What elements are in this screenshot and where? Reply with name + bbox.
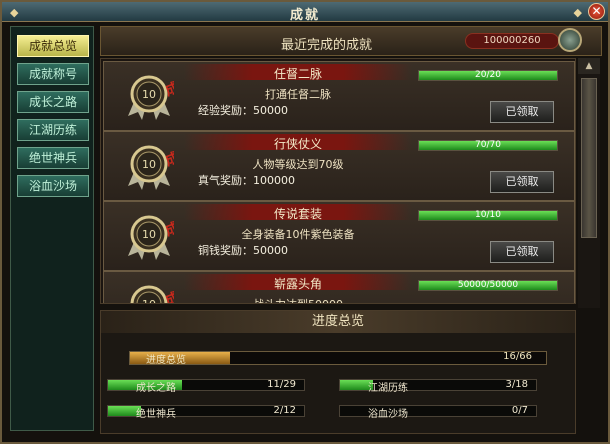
total-progress-bar: 进度总览 16/66: [129, 351, 547, 366]
claimed-button[interactable]: 已领取: [490, 241, 554, 263]
achievement-medal-icon: 10 成: [130, 285, 174, 304]
category-progress-bar: 浴血沙场 0/7: [339, 405, 537, 420]
achievement-title: 任督二脉: [273, 67, 322, 81]
category-progress-bar: 成长之路 11/29: [107, 379, 305, 394]
ornament-right-icon: ◆: [573, 6, 582, 19]
medal-level: 10: [142, 228, 156, 241]
achievement-score: 100000260: [465, 33, 559, 49]
achievement-title: 行侠仗义: [273, 137, 322, 151]
window-title: 成就: [289, 8, 320, 23]
category-label: 绝世神兵: [136, 409, 176, 420]
achievement-desc: 战斗力达到50000: [184, 296, 412, 303]
category-sidebar: 成就总览 成就称号 成长之路 江湖历练 绝世神兵 浴血沙场: [10, 26, 94, 431]
progress-summary: 进度总览 进度总览 16/66 成长之路 11/29 江湖历练 3/18 绝世神…: [100, 310, 576, 434]
achievement-reward: 铜钱奖励：50000: [198, 244, 288, 257]
medal-level: 10: [142, 298, 156, 304]
category-label: 江湖历练: [368, 383, 408, 394]
achievement-progress-bar: 20/20: [418, 70, 558, 81]
tab-battlefield[interactable]: 浴血沙场: [17, 175, 89, 197]
achievement-progress-text: 70/70: [475, 140, 501, 150]
category-value: 0/7: [511, 405, 528, 416]
title-bar[interactable]: ◆ 成就 ◆ ✕: [2, 2, 608, 23]
achievement-reward: 经验奖励：50000: [198, 104, 288, 117]
achievement-desc: 打通任督二脉: [265, 88, 331, 101]
achievement-card: 10 成 传说套装 全身装备10件紫色装备 铜钱奖励：50000 10/10 已…: [103, 201, 575, 271]
achievement-list[interactable]: 10 成 任督二脉 打通任督二脉 经验奖励：50000 20/20 已领取 10…: [100, 58, 576, 304]
category-value: 11/29: [267, 379, 296, 390]
category-progress-bar: 江湖历练 3/18: [339, 379, 537, 394]
tab-jianghu[interactable]: 江湖历练: [17, 119, 89, 141]
medal-icon: [558, 28, 582, 52]
achievement-window: ◆ 成就 ◆ ✕ 成就总览 成就称号 成长之路 江湖历练 绝世神兵 浴血沙场 最…: [0, 0, 610, 444]
category-label: 浴血沙场: [368, 409, 408, 420]
achievement-progress-bar: 10/10: [418, 210, 558, 221]
achievement-progress-bar: 70/70: [418, 140, 558, 151]
achievement-progress-text: 50000/50000: [457, 280, 519, 290]
medal-level: 10: [142, 158, 156, 171]
claimed-button[interactable]: 已领取: [490, 101, 554, 123]
category-label: 成长之路: [136, 383, 176, 394]
achievement-progress-text: 20/20: [475, 70, 501, 80]
scroll-thumb[interactable]: [581, 78, 597, 238]
tab-growth[interactable]: 成长之路: [17, 91, 89, 113]
achievement-title: 传说套装: [273, 207, 322, 221]
achievement-progress-bar: 50000/50000: [418, 280, 558, 291]
tab-weapons[interactable]: 绝世神兵: [17, 147, 89, 169]
total-progress-value: 16/66: [503, 351, 532, 362]
achievement-title: 崭露头角: [273, 277, 322, 291]
tab-overview[interactable]: 成就总览: [17, 35, 89, 57]
tab-titles[interactable]: 成就称号: [17, 63, 89, 85]
achievement-desc: 人物等级达到70级: [252, 158, 344, 171]
total-progress-label: 进度总览: [146, 355, 186, 366]
achievement-card: 10 成 崭露头角 战斗力达到50000 50000/50000: [103, 271, 575, 304]
achievement-medal-icon: 10 成: [128, 145, 174, 190]
recent-title: 最近完成的成就: [281, 38, 373, 53]
achievement-card: 10 成 任督二脉 打通任督二脉 经验奖励：50000 20/20 已领取: [103, 61, 575, 131]
achievement-card: 10 成 行侠仗义 人物等级达到70级 真气奖励：100000 70/70 已领…: [103, 131, 575, 201]
close-button[interactable]: ✕: [588, 3, 605, 20]
category-value: 2/12: [273, 405, 296, 416]
achievement-medal-icon: 10 成: [128, 75, 174, 120]
achievement-reward: 真气奖励：100000: [198, 174, 295, 187]
category-progress-bar: 绝世神兵 2/12: [107, 405, 305, 420]
summary-title: 进度总览: [101, 311, 575, 333]
recent-header: 最近完成的成就 100000260: [100, 26, 602, 56]
achievement-desc: 全身装备10件紫色装备: [241, 228, 355, 241]
achievement-progress-text: 10/10: [475, 210, 501, 220]
medal-level: 10: [142, 88, 156, 101]
claimed-button[interactable]: 已领取: [490, 171, 554, 193]
achievement-medal-icon: 10 成: [128, 215, 174, 260]
scroll-up-icon[interactable]: ▲: [578, 58, 600, 74]
category-value: 3/18: [505, 379, 528, 390]
scrollbar[interactable]: ▲: [578, 58, 600, 308]
